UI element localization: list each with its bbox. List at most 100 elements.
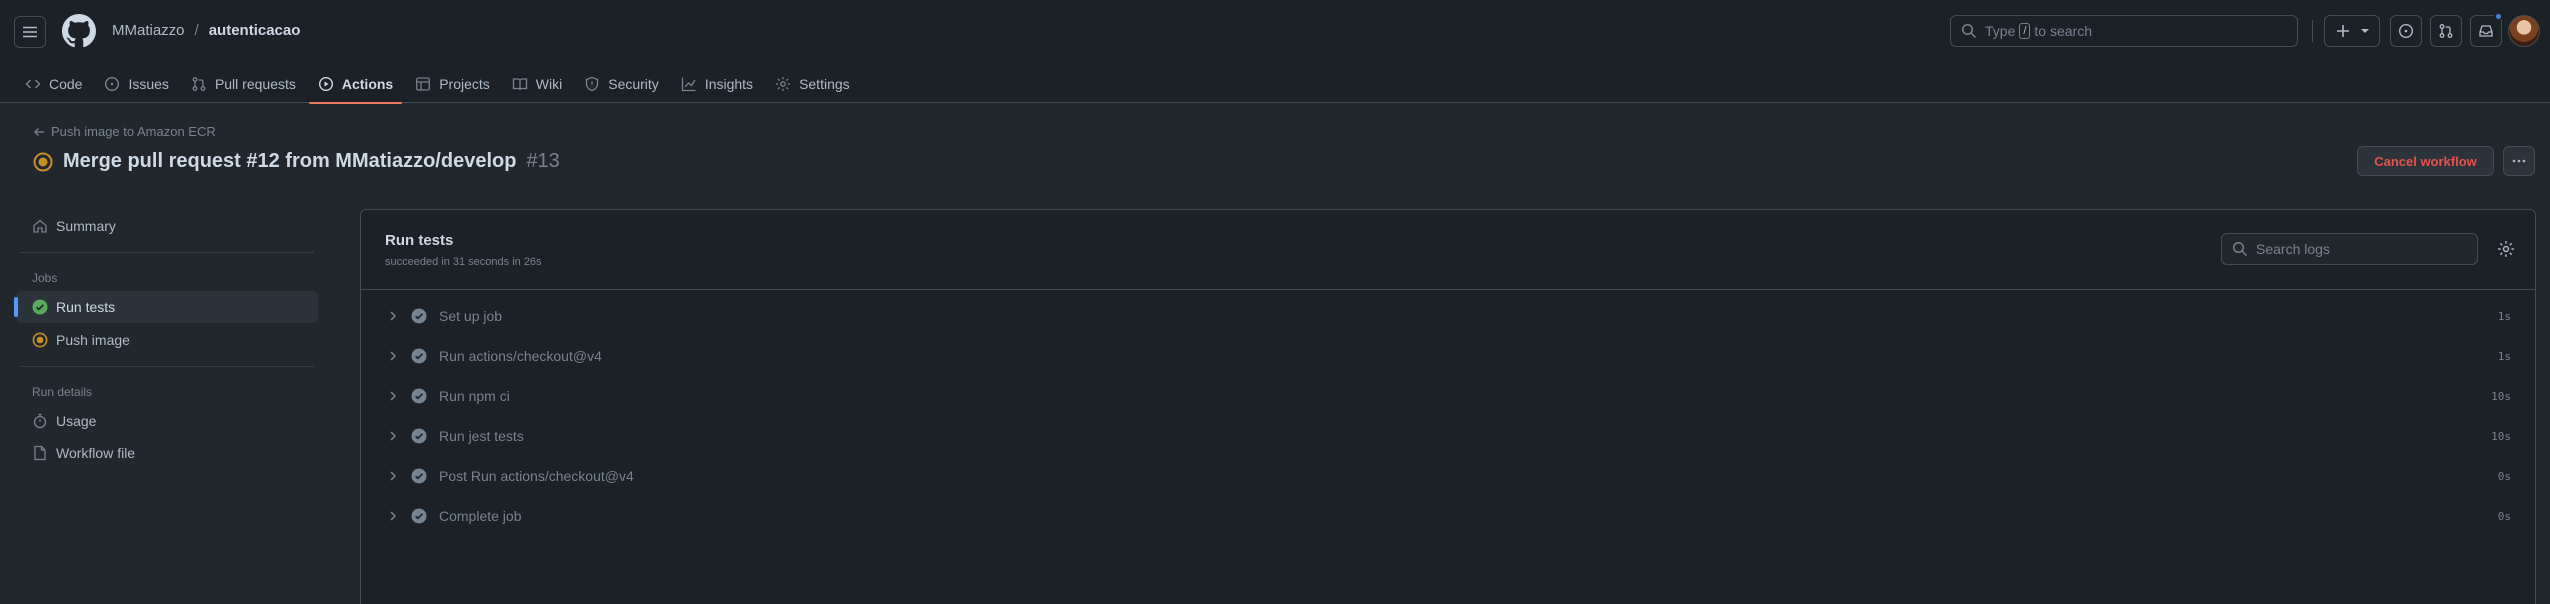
tab-settings-label: Settings: [799, 75, 850, 92]
tab-insights-label: Insights: [704, 75, 754, 92]
run-details-heading: Run details: [32, 385, 93, 399]
back-link-label: Push image to Amazon ECR: [51, 124, 216, 139]
issue-opened-icon: [2398, 23, 2414, 39]
app-header: MMatiazzo / autenticacao Type / to searc…: [0, 0, 2550, 104]
sidebar-item-push-image[interactable]: Push image: [16, 324, 318, 356]
triangle-down-icon: [2361, 29, 2369, 33]
cancel-workflow-button[interactable]: Cancel workflow: [2357, 146, 2494, 176]
in-progress-status-icon: [33, 152, 53, 171]
global-search-input[interactable]: Type / to search: [1950, 15, 2298, 47]
repo-breadcrumb: MMatiazzo / autenticacao: [112, 22, 300, 39]
log-step[interactable]: Complete job 0s: [361, 496, 2535, 536]
tab-actions[interactable]: Actions: [308, 64, 403, 104]
sidebar-item-workflow-file[interactable]: Workflow file: [16, 437, 318, 469]
pull-request-icon: [192, 76, 206, 91]
run-number: #13: [526, 150, 560, 172]
sidebar-item-run-tests[interactable]: Run tests: [14, 291, 318, 323]
step-name: Set up job: [439, 308, 503, 324]
back-to-workflow-link[interactable]: Push image to Amazon ECR: [33, 124, 216, 139]
chevron-right-icon[interactable]: [385, 348, 401, 364]
job-log-panel: Run tests succeeded in 31 seconds in 26s…: [360, 209, 2536, 604]
kebab-horizontal-icon: [2512, 159, 2526, 163]
file-icon: [34, 445, 46, 461]
menu-button[interactable]: [14, 16, 46, 48]
table-icon: [416, 76, 431, 91]
book-icon: [512, 77, 527, 90]
github-logo-icon[interactable]: [62, 14, 96, 48]
git-pull-request-icon: [2439, 24, 2453, 38]
pull-requests-button[interactable]: [2430, 15, 2462, 47]
sidebar-item-usage[interactable]: Usage: [16, 405, 318, 437]
search-prefix: Type: [1985, 23, 2016, 39]
log-step[interactable]: Run npm ci 10s: [361, 376, 2535, 416]
sidebar-item-label: Workflow file: [56, 445, 136, 461]
search-logs-placeholder: Search logs: [2256, 241, 2330, 257]
check-circle-fill-icon: [411, 428, 427, 444]
graph-icon: [681, 77, 696, 91]
sidebar-item-summary[interactable]: Summary: [16, 210, 318, 242]
step-duration: 10s: [2491, 429, 2511, 443]
run-sidebar: Summary Jobs Run tests Push image Run de…: [14, 210, 318, 469]
step-name: Run jest tests: [439, 428, 524, 444]
avatar[interactable]: [2508, 15, 2540, 47]
step-duration: 1s: [2497, 349, 2511, 363]
step-name: Run actions/checkout@v4: [439, 348, 602, 364]
issues-button[interactable]: [2390, 15, 2422, 47]
log-step[interactable]: Set up job 1s: [361, 296, 2535, 336]
chevron-right-icon[interactable]: [385, 388, 401, 404]
hamburger-icon: [23, 26, 37, 38]
log-settings-gear-icon[interactable]: [2497, 240, 2515, 258]
more-options-button[interactable]: [2503, 146, 2535, 176]
jobs-heading: Jobs: [32, 271, 58, 285]
sidebar-divider: [20, 366, 314, 367]
owner-link[interactable]: MMatiazzo: [112, 22, 185, 39]
shield-icon: [586, 76, 599, 91]
step-duration: 10s: [2491, 389, 2511, 403]
check-circle-fill-icon: [411, 308, 427, 324]
chevron-right-icon[interactable]: [385, 308, 401, 324]
tab-pull-requests[interactable]: Pull requests: [182, 64, 305, 103]
tab-security[interactable]: Security: [575, 64, 668, 103]
tab-wiki[interactable]: Wiki: [503, 64, 571, 103]
step-duration: 0s: [2497, 509, 2511, 523]
inbox-icon: [2479, 25, 2493, 37]
tab-insights[interactable]: Insights: [672, 64, 762, 103]
log-step[interactable]: Run actions/checkout@v4 1s: [361, 336, 2535, 376]
sidebar-item-label: Push image: [56, 332, 130, 348]
repo-link[interactable]: autenticacao: [209, 22, 301, 39]
code-icon: [25, 79, 41, 88]
issue-icon: [105, 76, 120, 91]
log-step[interactable]: Run jest tests 10s: [361, 416, 2535, 456]
log-step[interactable]: Post Run actions/checkout@v4 0s: [361, 456, 2535, 496]
search-suffix: to search: [2034, 23, 2093, 39]
job-log-header: Run tests succeeded in 31 seconds in 26s…: [361, 210, 2535, 290]
check-circle-fill-icon: [411, 388, 427, 404]
tab-settings[interactable]: Settings: [766, 64, 859, 103]
tab-wiki-label: Wiki: [535, 75, 563, 92]
create-new-button[interactable]: [2324, 15, 2380, 47]
breadcrumb-separator: /: [194, 22, 199, 39]
step-name: Post Run actions/checkout@v4: [439, 468, 634, 484]
tab-pull-requests-label: Pull requests: [214, 75, 296, 92]
play-icon: [318, 76, 333, 91]
chevron-right-icon[interactable]: [385, 468, 401, 484]
job-title: Run tests: [385, 232, 454, 249]
step-duration: 1s: [2497, 309, 2511, 323]
tab-issues[interactable]: Issues: [95, 64, 177, 103]
tab-security-label: Security: [608, 75, 659, 92]
search-logs-input[interactable]: Search logs: [2221, 233, 2478, 265]
chevron-right-icon[interactable]: [385, 428, 401, 444]
notification-indicator: [2494, 12, 2503, 21]
repo-tabs: Code Issues Pull requests Actions Projec…: [16, 64, 863, 104]
arrow-left-icon: [34, 127, 44, 136]
page-title: Merge pull request #12 from MMatiazzo/de…: [33, 150, 560, 173]
run-title: Merge pull request #12 from MMatiazzo/de…: [63, 150, 517, 172]
chevron-right-icon[interactable]: [385, 508, 401, 524]
search-icon: [1961, 23, 1977, 39]
tab-actions-label: Actions: [341, 75, 394, 92]
tab-code[interactable]: Code: [16, 64, 91, 103]
tab-projects[interactable]: Projects: [406, 64, 499, 103]
check-circle-fill-icon: [411, 348, 427, 364]
sidebar-item-label: Run tests: [56, 299, 116, 315]
tab-code-label: Code: [49, 75, 83, 92]
